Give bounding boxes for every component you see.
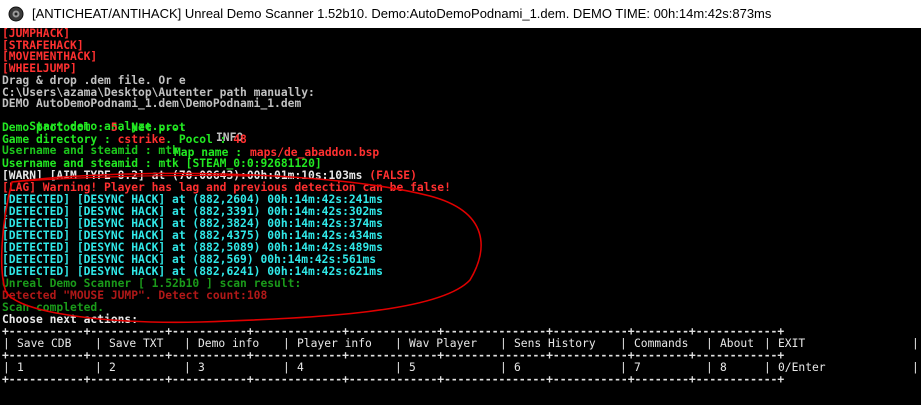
menu-separator: | [912, 361, 919, 374]
console-line-start-analyze: Start demo analyze..... INFO [2, 110, 243, 143]
menu-separator: | [283, 361, 290, 374]
app-icon [8, 6, 24, 22]
detection-line: [DETECTED] [DESYNC HACK] at (882,6241) 0… [2, 265, 383, 278]
menu-separator: | [3, 361, 10, 374]
menu-option-key[interactable]: 8 [720, 362, 727, 373]
console-line-demo-path: DEMO AutoDemoPodnami_1.dem\DemoPodnami_1… [2, 97, 302, 110]
menu-separator: | [283, 337, 290, 350]
menu-separator: | [500, 361, 507, 374]
detection-line: [DETECTED] [DESYNC HACK] at (882,4375) 0… [2, 229, 383, 242]
menu-separator: | [500, 337, 507, 350]
menu-border-top: +-----------+-----------+-----------+---… [2, 325, 785, 338]
detection-line: [DETECTED] [DESYNC HACK] at (882,3824) 0… [2, 217, 383, 230]
menu-border-bottom: +-----------+-----------+-----------+---… [2, 373, 785, 386]
menu-separator: | [395, 361, 402, 374]
console-line-dragdrop: Drag & drop .dem file. Or e [2, 74, 186, 87]
menu-option-label[interactable]: Sens History [514, 338, 596, 349]
menu-separator: | [706, 337, 713, 350]
console-line-username: Username and steamid : mtk [STEAM_0:0:92… [2, 158, 322, 169]
console-line-wheeljump: [WHEELJUMP] [2, 62, 77, 75]
menu-separator: | [620, 361, 627, 374]
gamedir-num: 48 [233, 133, 247, 146]
console-line-protocol: Demo protocol : 5. Net prot [2, 122, 186, 133]
console-line-mouse-jump: Detected "MOUSE JUMP". Detect count:108 [2, 289, 268, 302]
menu-separator: | [764, 337, 771, 350]
menu-border-middle: +-----------+-----------+-----------+---… [2, 349, 785, 362]
menu-separator: | [620, 337, 627, 350]
menu-option-key[interactable]: 5 [409, 362, 416, 373]
detection-line: [DETECTED] [DESYNC HACK] at (882,3391) 0… [2, 205, 383, 218]
console-line-jumphack: [JUMPHACK] [2, 28, 71, 40]
console-line-overlapped: Username and steamid : mtk Map name : ma… [2, 145, 379, 158]
menu-option-label[interactable]: Commands [634, 338, 688, 349]
menu-option-label[interactable]: Demo info [198, 338, 259, 349]
detection-line: [DETECTED] [DESYNC HACK] at (882,569) 00… [2, 253, 377, 266]
console-line-scan-result: Unreal Demo Scanner [ 1.52b10 ] scan res… [2, 277, 302, 290]
console-line-scan-completed: Scan completed. [2, 301, 105, 314]
menu-separator: | [764, 361, 771, 374]
menu-separator: | [3, 337, 10, 350]
menu-option-key[interactable]: 4 [297, 362, 304, 373]
menu-separator: | [184, 361, 191, 374]
menu-option-key[interactable]: 2 [109, 362, 116, 373]
menu-option-label[interactable]: Player info [297, 338, 372, 349]
menu-option-key[interactable]: 0/Enter [778, 362, 826, 373]
menu-option-label[interactable]: EXIT [778, 338, 805, 349]
menu-separator: | [95, 361, 102, 374]
menu-option-label[interactable]: Save TXT [109, 338, 163, 349]
menu-separator: | [95, 337, 102, 350]
overlapped-username-text: Username and steamid : mtk [2, 144, 179, 157]
menu-option-label[interactable]: Save CDB [17, 338, 71, 349]
menu-option-key[interactable]: 6 [514, 362, 521, 373]
menu-separator: | [184, 337, 191, 350]
menu-option-key[interactable]: 3 [198, 362, 205, 373]
console-line-movementhack: [MOVEMENTHACK] [2, 50, 98, 63]
console-output[interactable]: [JUMPHACK] [STRAFEHACK] [MOVEMENTHACK] [… [0, 28, 921, 405]
menu-separator: | [912, 337, 919, 350]
detection-line: [DETECTED] [DESYNC HACK] at (882,5089) 0… [2, 241, 383, 254]
menu-option-key[interactable]: 1 [17, 362, 24, 373]
menu-option-label[interactable]: About [720, 338, 754, 349]
menu-option-label[interactable]: Wav Player [409, 338, 477, 349]
menu-separator: | [395, 337, 402, 350]
detection-line: [DETECTED] [DESYNC HACK] at (882,2604) 0… [2, 193, 383, 206]
console-line-lag-warning: [LAG] Warning! Player has lag and previo… [2, 181, 451, 194]
console-line-warn-aim: [WARN] [AIM TYPE 8.2] at (70.08643):00h:… [2, 170, 417, 181]
window-titlebar[interactable]: [ANTICHEAT/ANTIHACK] Unreal Demo Scanner… [0, 0, 921, 29]
menu-separator: | [706, 361, 713, 374]
menu-option-key[interactable]: 7 [634, 362, 641, 373]
window-title: [ANTICHEAT/ANTIHACK] Unreal Demo Scanner… [32, 6, 772, 21]
console-line-choose: Choose next actions: [2, 313, 139, 326]
